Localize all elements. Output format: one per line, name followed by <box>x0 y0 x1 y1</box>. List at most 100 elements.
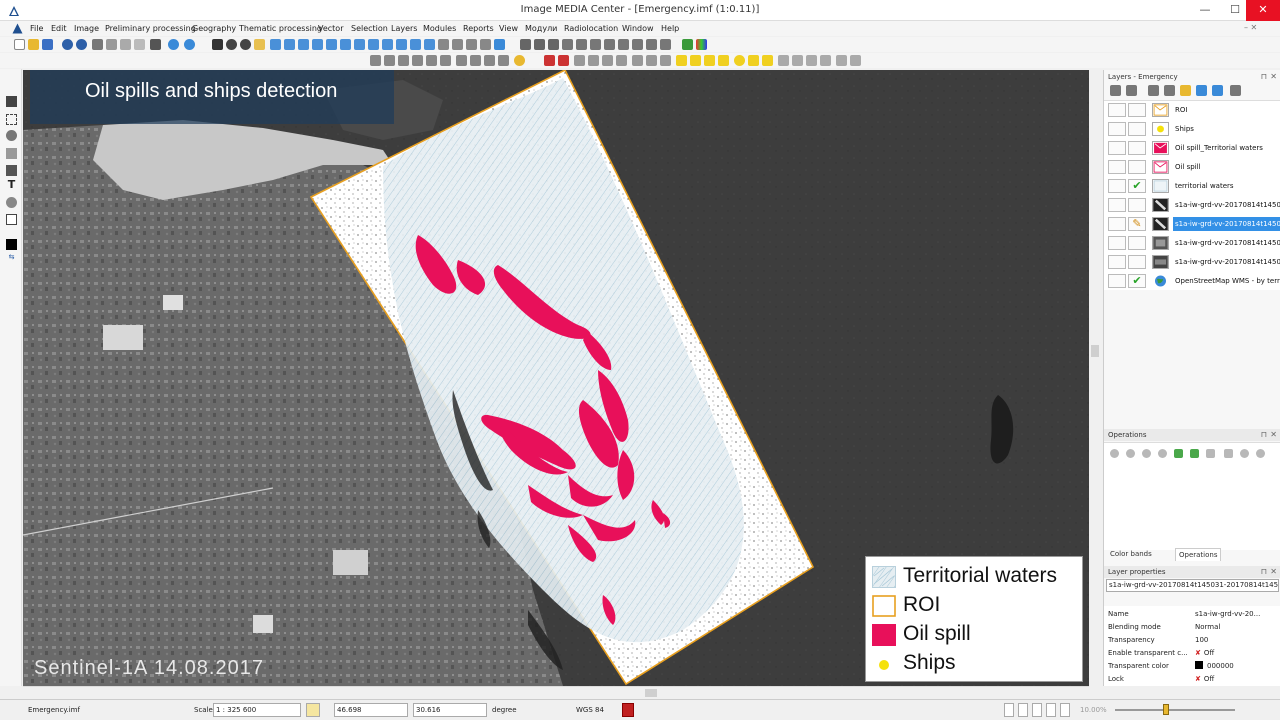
minimize-button[interactable]: — <box>1188 0 1222 21</box>
layer-row-territorial-waters[interactable]: ✔ territorial waters <box>1104 177 1280 195</box>
layer-name[interactable]: Ships <box>1173 122 1280 136</box>
layer-name[interactable]: Oil spill <box>1173 160 1280 174</box>
zoom-tool-icon[interactable] <box>6 197 17 208</box>
layer-row-oil-spill-territorial[interactable]: Oil spill_Territorial waters <box>1104 139 1280 157</box>
draw-diamond-icon[interactable] <box>690 55 701 66</box>
undo-icon[interactable] <box>62 39 73 50</box>
view-mode-1-icon[interactable] <box>1004 703 1014 717</box>
prop-value-toggle[interactable]: ✘ Off <box>1195 647 1214 659</box>
tab-operations[interactable]: Operations <box>1175 548 1222 561</box>
menu-geography[interactable]: Geography <box>192 24 236 33</box>
new-file-icon[interactable] <box>14 39 25 50</box>
layer-name[interactable]: s1a-iw-grd-vv-20170814t14503 <box>1173 236 1280 250</box>
export-icon[interactable] <box>452 39 463 50</box>
vector-delete-icon[interactable] <box>440 55 451 66</box>
filter-icon[interactable] <box>590 39 601 50</box>
classify-icon[interactable] <box>604 39 615 50</box>
prop-value[interactable]: 100 <box>1195 634 1208 646</box>
op-settings-icon[interactable] <box>1240 449 1249 458</box>
segment-icon[interactable] <box>618 39 629 50</box>
vector-select-icon[interactable] <box>370 55 381 66</box>
draw-star-icon[interactable] <box>762 55 773 66</box>
layout-icon[interactable] <box>382 39 393 50</box>
menu-window[interactable]: Window <box>622 24 654 33</box>
mask-icon[interactable] <box>632 39 643 50</box>
x-coordinate-field[interactable]: 46.698 <box>334 703 408 717</box>
tools-icon[interactable] <box>576 39 587 50</box>
op-record-icon[interactable] <box>1158 449 1167 458</box>
properties-close-icon[interactable]: ✕ <box>1270 566 1277 578</box>
y-coordinate-field[interactable]: 30.616 <box>413 703 487 717</box>
op-add-icon[interactable] <box>1174 449 1183 458</box>
layer-properties-select[interactable]: s1a-iw-grd-vv-20170814t145031-20170814t1… <box>1106 579 1279 592</box>
menu-modules[interactable]: Modules <box>423 24 456 33</box>
draw-curve-icon[interactable] <box>588 55 599 66</box>
open-folder-icon[interactable] <box>28 39 39 50</box>
op-add-group-icon[interactable] <box>1190 449 1199 458</box>
op-help-icon[interactable] <box>1256 449 1265 458</box>
raster-icon[interactable] <box>660 39 671 50</box>
layer-up-icon[interactable] <box>1148 85 1159 96</box>
add-layer-icon[interactable] <box>1110 85 1121 96</box>
op-remove-icon[interactable] <box>1206 449 1215 458</box>
vertical-scroll-thumb[interactable] <box>1091 345 1099 357</box>
background-color-icon[interactable] <box>6 214 17 225</box>
draw-polyline-icon[interactable] <box>574 55 585 66</box>
lock-scale-icon[interactable] <box>306 703 320 717</box>
compare-icon[interactable] <box>410 39 421 50</box>
edit-toggle[interactable] <box>1128 198 1146 212</box>
vector-scale-icon[interactable] <box>426 55 437 66</box>
visibility-bulb-icon[interactable] <box>1108 274 1126 288</box>
draw-segment-icon[interactable] <box>646 55 657 66</box>
menu-view[interactable]: View <box>499 24 518 33</box>
visibility-bulb-icon[interactable] <box>1108 141 1126 155</box>
layer-name[interactable]: Oil spill_Territorial waters <box>1173 141 1280 155</box>
draw-copy-icon[interactable] <box>836 55 847 66</box>
map-vertical-scrollbar[interactable] <box>1089 70 1101 686</box>
zoom-slider-knob[interactable] <box>1163 704 1169 715</box>
operations-close-icon[interactable]: ✕ <box>1270 429 1277 441</box>
draw-circle-icon[interactable] <box>734 55 745 66</box>
draw-triangle-icon[interactable] <box>748 55 759 66</box>
layer-row-raster-3[interactable]: s1a-iw-grd-vv-20170814t14503 <box>1104 234 1280 252</box>
lasso-icon[interactable] <box>6 130 17 141</box>
cut-icon[interactable] <box>92 39 103 50</box>
layer-name[interactable]: OpenStreetMap WMS - by terr <box>1173 274 1280 288</box>
grid-icon[interactable] <box>354 39 365 50</box>
vectorize-icon[interactable] <box>646 39 657 50</box>
map-horizontal-scrollbar[interactable] <box>23 686 1089 698</box>
magnet-icon[interactable] <box>622 703 634 717</box>
menu-preliminary-processing[interactable]: Preliminary processing <box>105 24 196 33</box>
select-arrow-icon[interactable] <box>212 39 223 50</box>
tab-color-bands[interactable]: Color bands <box>1107 548 1155 561</box>
close-window-button[interactable]: ✕ <box>1246 0 1280 21</box>
edit-check-icon[interactable]: ✔ <box>1128 274 1146 288</box>
op-first-icon[interactable] <box>1110 449 1119 458</box>
draw-pin-icon[interactable] <box>616 55 627 66</box>
layer-props-icon[interactable] <box>1196 85 1207 96</box>
edit-check-icon[interactable]: ✔ <box>1128 179 1146 193</box>
map-green-icon[interactable] <box>682 39 693 50</box>
foreground-color-icon[interactable] <box>6 239 17 250</box>
menu-radiolocation[interactable]: Radiolocation <box>564 24 618 33</box>
layer-row-ships[interactable]: Ships <box>1104 120 1280 138</box>
pencil-icon[interactable] <box>6 148 17 159</box>
visibility-bulb-icon[interactable] <box>1108 198 1126 212</box>
view-mode-4-icon[interactable] <box>1046 703 1056 717</box>
scale-select[interactable]: 1 : 325 600 <box>213 703 301 717</box>
menu-selection[interactable]: Selection <box>351 24 388 33</box>
draw-rectangle-icon[interactable] <box>676 55 687 66</box>
layer-move-icon[interactable] <box>1212 85 1223 96</box>
draw-cross-icon[interactable] <box>602 55 613 66</box>
visibility-bulb-icon[interactable] <box>1108 217 1126 231</box>
menu-help[interactable]: Help <box>661 24 679 33</box>
menu-moduli[interactable]: Модули <box>525 24 557 33</box>
layer-name[interactable]: s1a-iw-grd-vv-20170814t14503 <box>1173 255 1280 269</box>
prop-value[interactable]: s1a-iw-grd-vv-20... <box>1195 608 1260 620</box>
redo-icon[interactable] <box>76 39 87 50</box>
draw-point-icon[interactable] <box>544 55 555 66</box>
upload-icon[interactable] <box>494 39 505 50</box>
window-tile-icon[interactable] <box>520 39 531 50</box>
menu-edit[interactable]: Edit <box>51 24 67 33</box>
zoom-prev-icon[interactable] <box>326 39 337 50</box>
